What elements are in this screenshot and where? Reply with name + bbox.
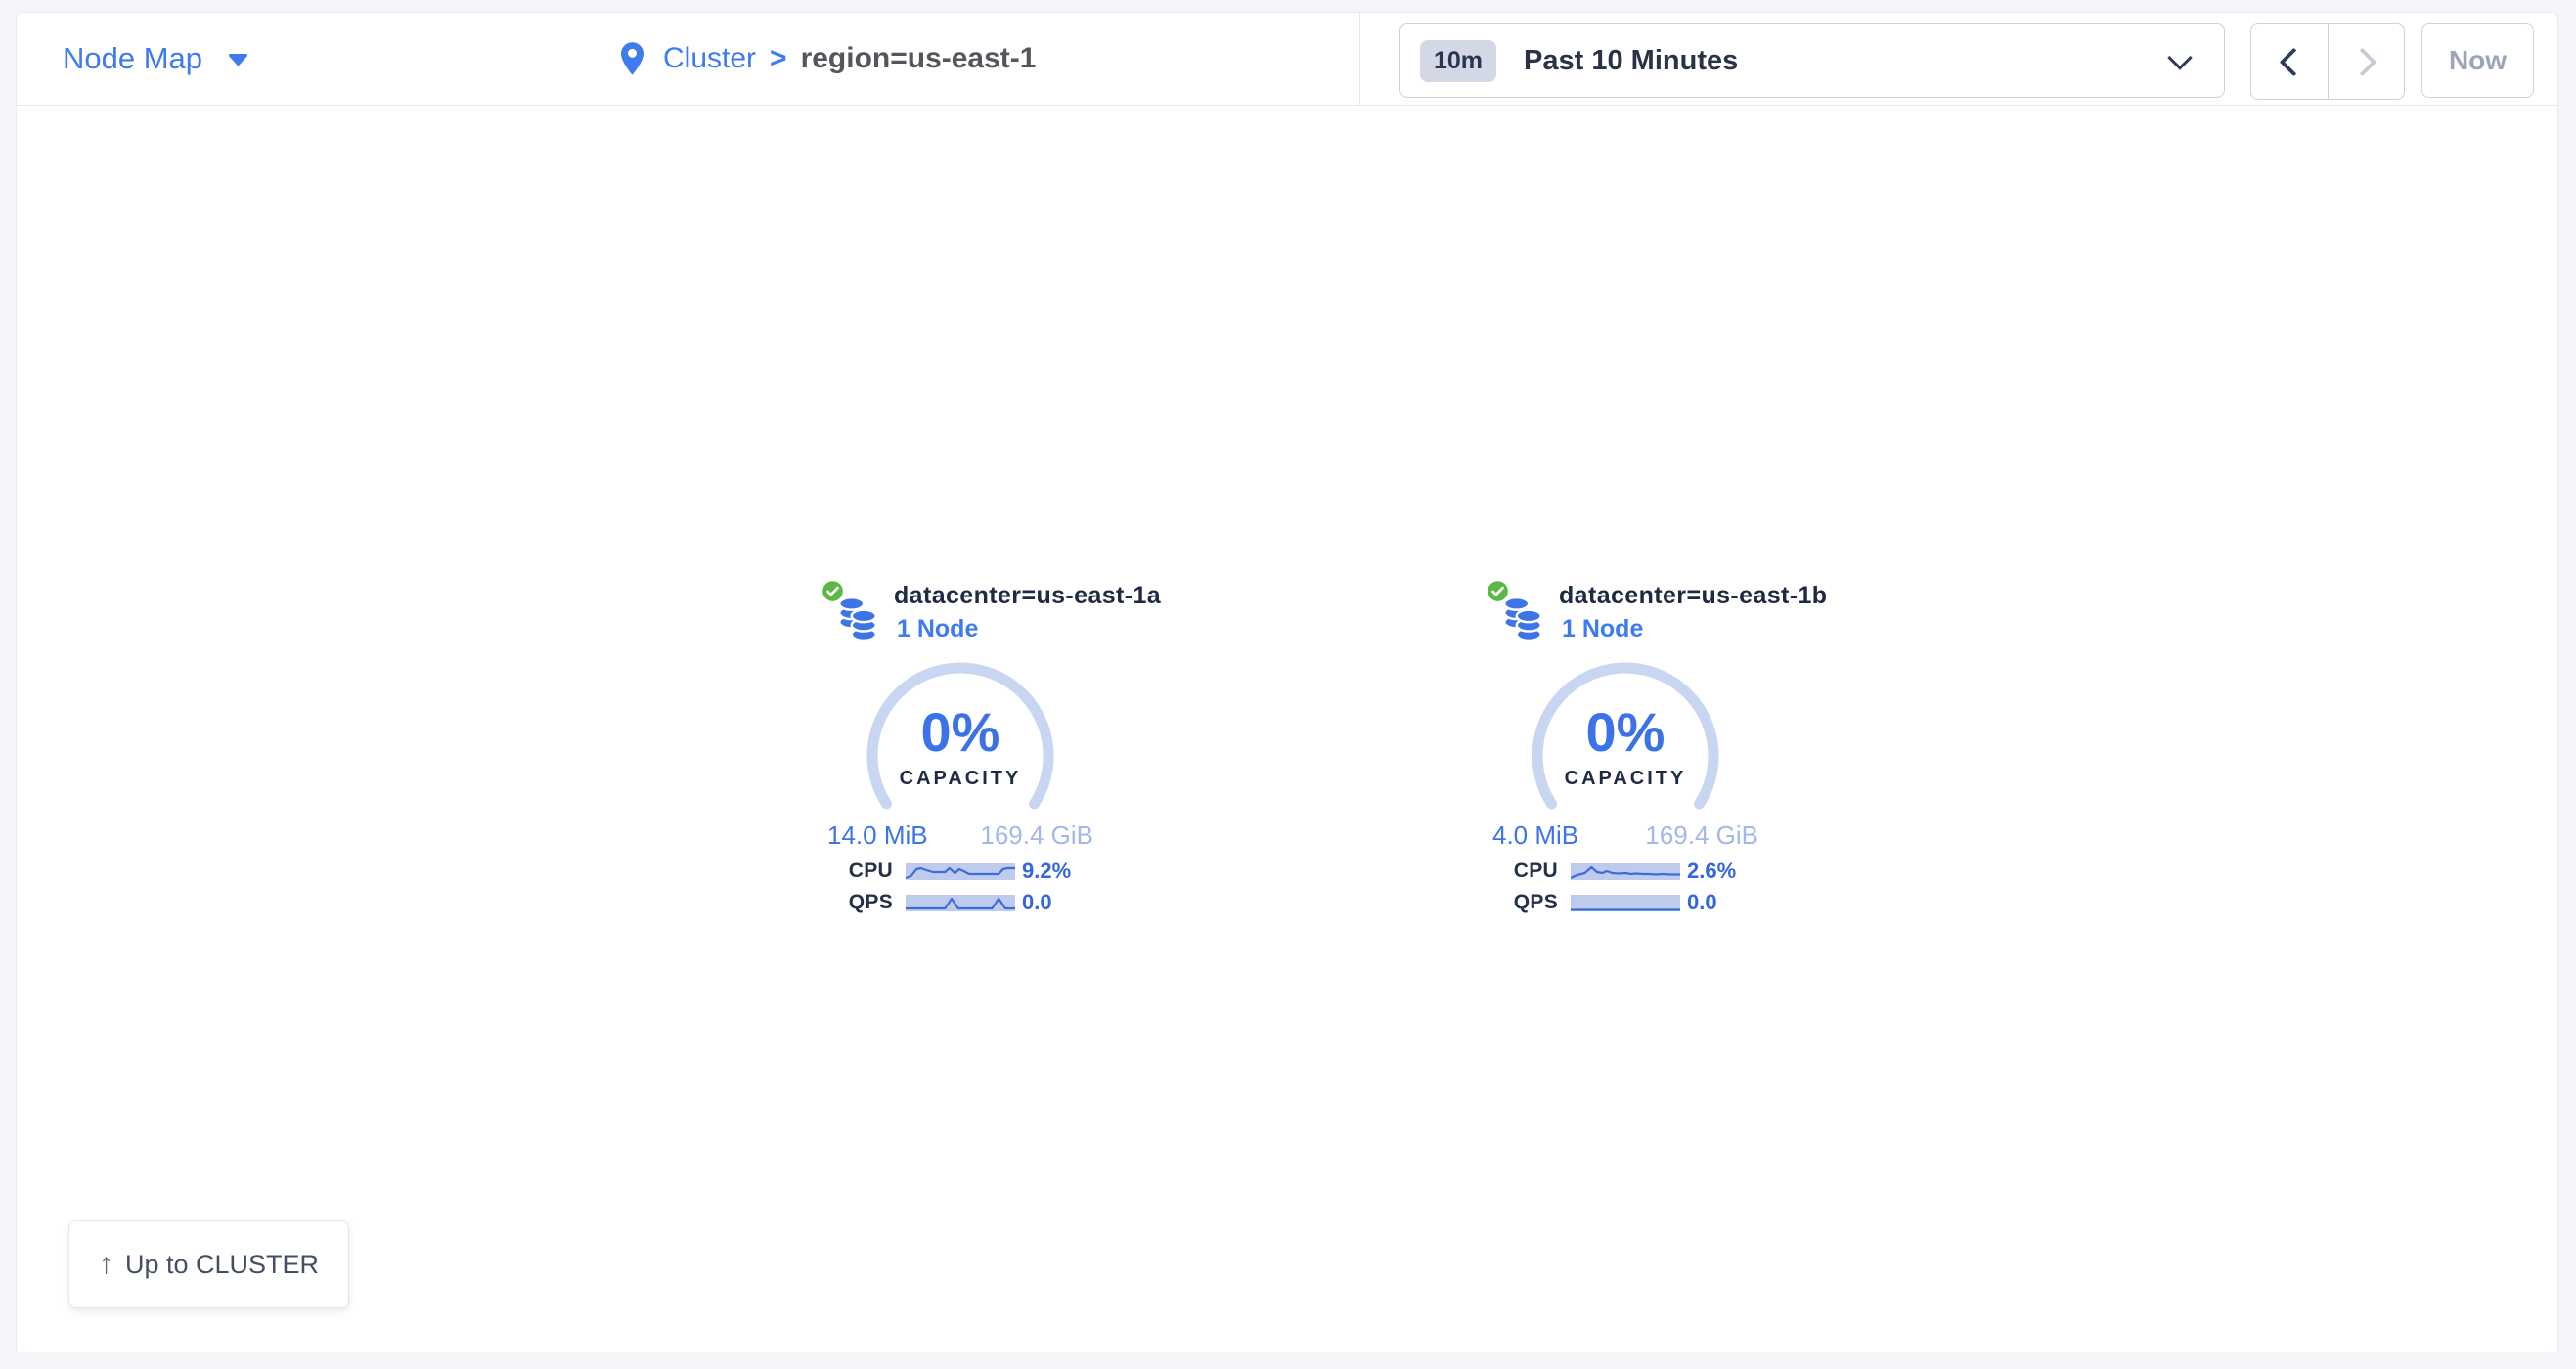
capacity-gauge: 0% CAPACITY <box>843 662 1078 822</box>
app-panel: Node Map Cluster > region=us-east-1 10m … <box>16 12 2558 1352</box>
view-selector[interactable]: Node Map <box>63 13 248 105</box>
cpu-row: CPU 2.6% <box>1507 859 1787 879</box>
capacity-caption: CAPACITY <box>900 768 1022 790</box>
time-prev-button[interactable] <box>2251 24 2328 99</box>
qps-row: QPS 0.0 <box>842 890 1122 910</box>
qps-value: 0.0 <box>1687 890 1752 915</box>
cpu-label: CPU <box>1507 860 1558 883</box>
capacity-used: 4.0 MiB <box>1492 820 1578 851</box>
cpu-sparkline <box>906 863 1015 880</box>
caret-down-icon <box>228 53 248 66</box>
capacity-values: 14.0 MiB 169.4 GiB <box>827 820 1093 851</box>
qps-row: QPS 0.0 <box>1507 890 1787 910</box>
capacity-percent: 0% <box>1586 705 1666 760</box>
topbar-divider <box>1359 13 1360 105</box>
capacity-caption: CAPACITY <box>1565 768 1687 790</box>
node-map-page: Node Map Cluster > region=us-east-1 10m … <box>0 0 2576 1369</box>
qps-sparkline <box>906 895 1015 911</box>
now-button[interactable]: Now <box>2421 23 2534 98</box>
topbar: Node Map Cluster > region=us-east-1 10m … <box>17 13 2557 106</box>
qps-label: QPS <box>842 891 893 914</box>
locality-stats: CPU 9.2% QPS 0.0 <box>842 859 1122 910</box>
locality-card[interactable]: datacenter=us-east-1a 1 Node 0% CAPACITY… <box>799 576 1122 921</box>
breadcrumb-current: region=us-east-1 <box>801 42 1037 75</box>
time-range-dropdown[interactable]: 10m Past 10 Minutes <box>1399 23 2225 98</box>
capacity-total: 169.4 GiB <box>980 820 1093 851</box>
breadcrumb-separator: > <box>770 42 787 75</box>
capacity-values: 4.0 MiB 169.4 GiB <box>1492 820 1758 851</box>
cpu-sparkline <box>1571 863 1680 880</box>
cpu-value: 9.2% <box>1022 859 1087 884</box>
capacity-gauge: 0% CAPACITY <box>1508 662 1743 822</box>
locality-name: datacenter=us-east-1a <box>894 582 1161 610</box>
time-nav-group <box>2250 23 2405 100</box>
database-stack-icon <box>1503 594 1542 642</box>
locality-node-count: 1 Node <box>1562 615 1643 643</box>
locality-node-count: 1 Node <box>897 615 978 643</box>
locality-header: datacenter=us-east-1b 1 Node <box>1464 576 1787 658</box>
qps-sparkline <box>1571 895 1680 911</box>
breadcrumb: Cluster > region=us-east-1 <box>621 13 1036 105</box>
database-stack-icon <box>838 594 877 642</box>
chevron-down-icon <box>2167 45 2192 69</box>
locality-name: datacenter=us-east-1b <box>1559 582 1827 610</box>
cpu-row: CPU 9.2% <box>842 859 1122 879</box>
chevron-right-icon <box>2348 47 2377 76</box>
locality-stats: CPU 2.6% QPS 0.0 <box>1507 859 1787 910</box>
time-next-button[interactable] <box>2328 24 2404 99</box>
up-to-cluster-label: Up to CLUSTER <box>125 1250 319 1280</box>
location-pin-icon <box>621 42 644 75</box>
chevron-left-icon <box>2279 47 2308 76</box>
cpu-label: CPU <box>842 860 893 883</box>
time-range-badge: 10m <box>1420 40 1496 82</box>
qps-label: QPS <box>1507 891 1558 914</box>
capacity-used: 14.0 MiB <box>827 820 928 851</box>
locality-header: datacenter=us-east-1a 1 Node <box>799 576 1122 658</box>
time-range-label: Past 10 Minutes <box>1524 45 1738 77</box>
capacity-total: 169.4 GiB <box>1645 820 1758 851</box>
capacity-percent: 0% <box>921 705 1000 760</box>
up-to-cluster-button[interactable]: ↑ Up to CLUSTER <box>68 1220 349 1308</box>
qps-value: 0.0 <box>1022 890 1087 915</box>
locality-card[interactable]: datacenter=us-east-1b 1 Node 0% CAPACITY… <box>1464 576 1787 921</box>
cpu-value: 2.6% <box>1687 859 1752 884</box>
breadcrumb-cluster-link[interactable]: Cluster <box>663 42 756 75</box>
arrow-up-icon: ↑ <box>99 1250 113 1279</box>
view-selector-label: Node Map <box>63 41 202 76</box>
